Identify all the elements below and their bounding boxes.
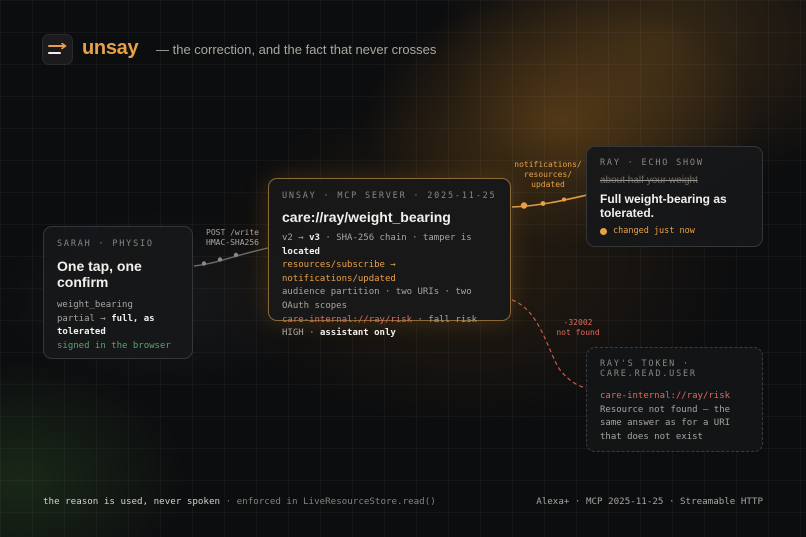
card-body: v2 → v3 · SHA-256 chain · tamper is loca… xyxy=(282,232,497,341)
status-dot-icon xyxy=(600,227,607,235)
audience-line: audience partition · two URIs · two OAut… xyxy=(282,287,472,311)
card-title: One tap, one confirm xyxy=(57,258,142,290)
sarah-physio-card: SARAH · PHYSIO One tap, one confirm weig… xyxy=(43,226,193,359)
card-eyebrow: RAY · ECHO SHOW xyxy=(600,158,704,168)
change-line: partial → full, as tolerated xyxy=(57,313,179,340)
edge-label-line: resources/ xyxy=(523,170,573,179)
assistant-only-text: assistant only xyxy=(319,328,396,339)
edge-label-line: -32002 xyxy=(563,318,593,327)
version-line: v2 → v3 · SHA-256 chain · tamper is loca… xyxy=(282,232,497,259)
field-name: weight_bearing xyxy=(57,300,133,310)
card-eyebrow: SARAH · PHYSIO xyxy=(57,239,154,249)
edge-label-line: not found xyxy=(556,328,600,337)
status-text: changed just now xyxy=(613,226,695,236)
stacked-lines-arrow-icon xyxy=(47,42,66,54)
echo-show-card: RAY · ECHO SHOW about half your weight F… xyxy=(586,146,763,247)
rays-token-card: RAY'S TOKEN · care.read.user care-intern… xyxy=(586,347,763,452)
tagline: — the correction, and the fact that neve… xyxy=(156,42,437,57)
mcp-server-card: UNSAY · MCP SERVER · 2025-11-25 care://r… xyxy=(268,178,511,338)
subscribe-line: resources/subscribe → notifications/upda… xyxy=(282,260,396,284)
edge-label-error: -32002 not found xyxy=(546,318,610,338)
old-text: about half your weight xyxy=(600,175,698,186)
edge-label-notifications: notifications/ resources/ updated xyxy=(512,160,584,190)
not-found-message: Resource not found — the same answer as … xyxy=(600,404,731,442)
internal-uri: care-internal://ray/risk xyxy=(282,314,413,325)
card-body: care-internal://ray/risk Resource not fo… xyxy=(600,390,749,444)
footer-left: the reason is used, never spoken · enfor… xyxy=(43,496,436,507)
card-body: weight_bearing partial → full, as tolera… xyxy=(57,299,179,353)
card-title: care://ray/weight_bearing xyxy=(282,209,451,225)
old-value: partial → xyxy=(57,313,106,324)
version-from: v2 → xyxy=(282,233,304,243)
card-eyebrow: UNSAY · MCP SERVER · 2025-11-25 xyxy=(282,191,497,201)
card-title: Full weight-bearing as tolerated. xyxy=(600,192,727,220)
signed-status: signed in the browser xyxy=(57,340,171,351)
edge-label-post: POST /write HMAC-SHA256 xyxy=(195,228,265,248)
edge-label-line: updated xyxy=(531,180,565,189)
brand-name: unsay xyxy=(82,37,139,59)
risk-line: care-internal://ray/risk · fall risk HIG… xyxy=(282,314,497,341)
located-text: located xyxy=(282,246,320,257)
logo xyxy=(42,34,73,65)
footer-right: Alexa+ · MCP 2025-11-25 · Streamable HTT… xyxy=(536,496,763,507)
change-status: changed just now xyxy=(600,226,749,236)
version-to: v3 xyxy=(309,233,320,243)
edge-label-line: POST /write xyxy=(206,228,259,237)
internal-uri: care-internal://ray/risk xyxy=(600,391,731,401)
edge-label-line: HMAC-SHA256 xyxy=(206,238,259,247)
card-eyebrow: RAY'S TOKEN · care.read.user xyxy=(600,359,697,379)
edge-label-line: notifications/ xyxy=(514,160,582,169)
footer-muted-text: · enforced in LiveResourceStore.read() xyxy=(225,496,436,507)
chain-text: · SHA-256 chain · tamper is xyxy=(325,233,472,243)
footer-main-text: the reason is used, never spoken xyxy=(43,496,221,507)
